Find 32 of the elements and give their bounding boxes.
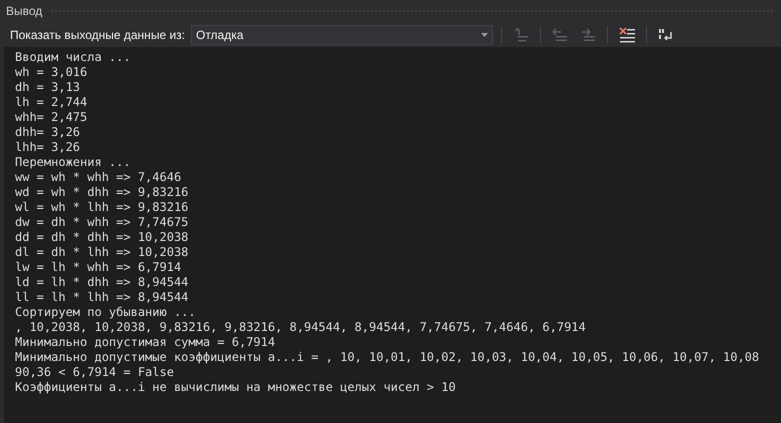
source-label: Показать выходные данные из: [10,26,185,44]
output-line: ll = lh * lhh => 8,94544 [15,290,188,305]
output-line: dhh= 3,26 [15,125,80,140]
goto-line-icon [512,26,529,42]
output-line: dh = 3,13 [15,80,80,95]
output-line: ww = wh * whh => 7,4646 [15,170,182,185]
output-line: whh= 2,475 [15,110,88,125]
caret-icon [480,32,488,36]
output-line: Перемножения ... [15,155,131,170]
output-line: lw = lh * whh => 6,7914 [15,260,182,275]
output-line: Минимально допустимая сумма = 6,7914 [15,335,276,350]
output-line: wh = 3,016 [15,65,88,80]
output-line: lh = 2,744 [15,95,88,110]
window-title: Вывод [6,3,42,20]
clear-all-icon [618,26,635,42]
output-line: Минимально допустимые коэффициенты a...i = , 10, 10,01, 10,02, 10,03, 10,04, 10,05, 10,06, 10,07, 10,08 [15,350,760,365]
output-line: , 10,2038, 10,2038, 9,83216, 9,83216, 8,94544, 8,94544, 7,74675, 7,4646, 6,7914 [15,320,586,335]
source-dropdown[interactable]: Отладка [190,24,493,44]
output-line: dl = dh * lhh => 10,2038 [15,245,188,260]
output-line: Коэффициенты a...i не вычислимы на множестве целых чисел > 10 [15,380,456,395]
word-wrap-icon [658,26,674,42]
arrow-left-lines-icon [552,26,568,42]
output-line: 90,36 < 6,7914 = False [15,365,174,380]
output-line: ld = lh * dhh => 8,94544 [15,275,188,290]
output-line: Вводим числа ... [15,50,131,65]
output-line: wl = wh * lhh => 9,83216 [15,200,188,215]
output-line: lhh= 3,26 [15,140,80,155]
output-line: wd = wh * dhh => 9,83216 [15,185,188,200]
output-line: Сортируем по убыванию ... [15,305,196,320]
output-line: dd = dh * dhh => 10,2038 [15,230,188,245]
output-line: dw = dh * whh => 7,74675 [15,215,188,230]
arrow-right-lines-icon [580,26,596,42]
